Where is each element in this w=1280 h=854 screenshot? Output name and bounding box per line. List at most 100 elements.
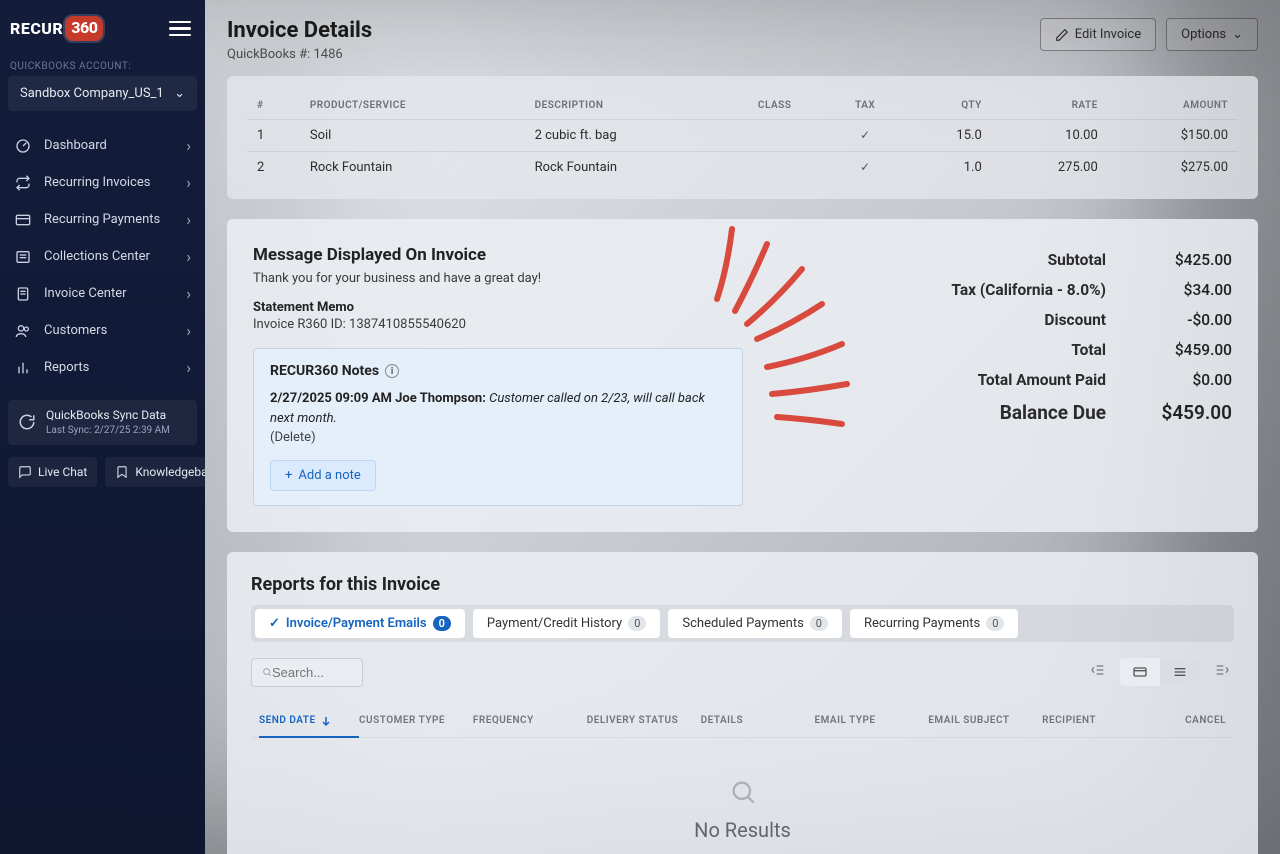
totals: Subtotal$425.00 Tax (California - 8.0%)$… [872,245,1232,506]
cell-rate: 275.00 [992,152,1108,184]
memo-label: Statement Memo [253,300,832,315]
logo-badge: 360 [63,14,105,43]
tax-value: $34.00 [1142,281,1232,299]
note-delete-link[interactable]: (Delete) [270,428,726,448]
nav-customers[interactable]: Customers [0,312,205,349]
message-totals-card: Message Displayed On Invoice Thank you f… [227,219,1258,532]
col-frequency[interactable]: FREQUENCY [473,715,587,727]
chevron-right-icon [186,210,191,229]
view-toggle [1120,658,1200,686]
col-product: PRODUCT/SERVICE [300,92,525,120]
chevron-right-icon [186,284,191,303]
collapse-left-icon[interactable] [1086,658,1110,686]
tab-invoice-payment-emails[interactable]: ✓ Invoice/Payment Emails 0 [255,609,465,638]
cell-product: Rock Fountain [300,152,525,184]
col-amount: AMOUNT [1108,92,1238,120]
header: Invoice Details QuickBooks #: 1486 Edit … [205,0,1280,76]
chevron-down-icon [1232,27,1243,42]
check-icon [860,128,870,143]
add-note-button[interactable]: + Add a note [270,460,376,491]
no-results-text: No Results [251,818,1234,842]
tab-count: 0 [433,616,451,631]
cell-qty: 15.0 [904,120,992,152]
cell-amount: $150.00 [1108,120,1238,152]
edit-invoice-button[interactable]: Edit Invoice [1040,18,1156,51]
check-icon: ✓ [269,616,280,631]
page-subtitle: QuickBooks #: 1486 [227,47,372,62]
info-icon[interactable]: i [385,364,399,378]
reports-card: Reports for this Invoice ✓ Invoice/Payme… [227,552,1258,854]
view-list-button[interactable] [1160,658,1200,686]
chevron-right-icon [186,321,191,340]
chevron-down-icon [174,86,185,101]
col-class: CLASS [723,92,826,120]
tab-label: Invoice/Payment Emails [286,616,427,631]
tab-recurring-payments[interactable]: Recurring Payments 0 [850,609,1018,638]
col-num: # [247,92,300,120]
balance-label: Balance Due [1000,401,1106,424]
nav-label: Invoice Center [44,286,127,301]
cell-amount: $275.00 [1108,152,1238,184]
col-rate: RATE [992,92,1108,120]
nav-invoice-center[interactable]: Invoice Center [0,275,205,312]
col-details[interactable]: DETAILS [701,715,815,727]
col-label: SEND DATE [259,715,316,726]
note-timestamp: 2/27/2025 09:09 AM Joe Thompson: [270,391,486,406]
notes-title-text: RECUR360 Notes [270,363,379,379]
items-card: # PRODUCT/SERVICE DESCRIPTION CLASS TAX … [227,76,1258,199]
subtotal-label: Subtotal [1048,251,1106,269]
col-recipient[interactable]: RECIPIENT [1042,715,1156,727]
nav-label: Recurring Payments [44,212,160,227]
edit-invoice-label: Edit Invoice [1075,27,1141,42]
col-cancel[interactable]: CANCEL [1156,715,1226,727]
logo-text-left: RECUR [10,19,63,38]
nav-collections[interactable]: Collections Center [0,238,205,275]
items-table: # PRODUCT/SERVICE DESCRIPTION CLASS TAX … [247,92,1238,183]
col-customer-type[interactable]: CUSTOMER TYPE [359,715,473,727]
live-chat-button[interactable]: Live Chat [8,457,97,487]
logo[interactable]: RECUR 360 [10,14,105,43]
col-send-date[interactable]: SEND DATE [259,715,359,738]
tax-label: Tax (California - 8.0%) [951,281,1106,299]
bookmark-icon [115,465,129,479]
expand-right-icon[interactable] [1210,658,1234,686]
cell-qty: 1.0 [904,152,992,184]
paid-value: $0.00 [1142,371,1232,389]
hamburger-icon[interactable] [169,21,191,37]
account-select[interactable]: Sandbox Company_US_1 [8,76,197,111]
nav: Dashboard Recurring Invoices Recurring P… [0,127,205,386]
nav-recurring-invoices[interactable]: Recurring Invoices [0,164,205,201]
search-box[interactable] [251,658,363,687]
tab-payment-credit-history[interactable]: Payment/Credit History 0 [473,609,661,638]
sync-title: QuickBooks Sync Data [46,408,170,424]
users-icon [14,323,32,339]
col-email-subject[interactable]: EMAIL SUBJECT [928,715,1042,727]
cell-num: 2 [247,152,300,184]
tab-scheduled-payments[interactable]: Scheduled Payments 0 [668,609,842,638]
page-title: Invoice Details [227,18,372,43]
options-button[interactable]: Options [1166,18,1258,51]
qb-account-label: QUICKBOOKS ACCOUNT: [0,53,205,76]
no-results: No Results [251,738,1234,852]
paid-label: Total Amount Paid [978,371,1106,389]
search-input[interactable] [272,665,352,680]
cell-num: 1 [247,120,300,152]
balance-value: $459.00 [1142,401,1232,424]
options-label: Options [1181,27,1226,42]
nav-recurring-payments[interactable]: Recurring Payments [0,201,205,238]
chevron-right-icon [186,136,191,155]
col-email-type[interactable]: EMAIL TYPE [814,715,928,727]
cell-tax [826,152,904,184]
nav-reports[interactable]: Reports [0,349,205,386]
card-icon [14,212,32,228]
account-name: Sandbox Company_US_1 [20,86,164,101]
col-delivery-status[interactable]: DELIVERY STATUS [587,715,701,727]
sync-button[interactable]: QuickBooks Sync Data Last Sync: 2/27/25 … [8,400,197,445]
message-body: Thank you for your business and have a g… [253,271,832,286]
chevron-right-icon [186,173,191,192]
view-card-button[interactable] [1120,658,1160,686]
memo-value: Invoice R360 ID: 1387410855540620 [253,317,832,332]
nav-dashboard[interactable]: Dashboard [0,127,205,164]
nav-label: Reports [44,360,89,375]
search-icon [262,665,272,679]
